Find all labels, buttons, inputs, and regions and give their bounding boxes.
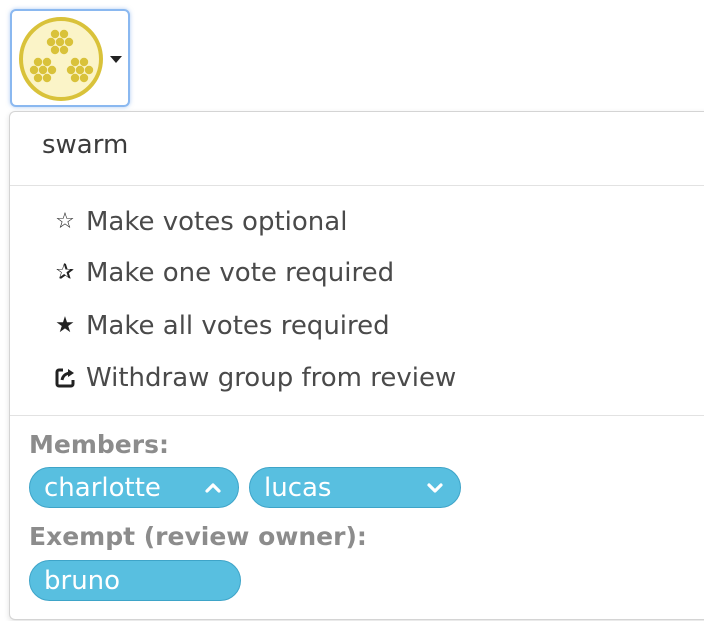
withdraw-share-icon xyxy=(50,363,80,393)
group-name: swarm xyxy=(42,130,129,160)
star-filled-icon: ★ xyxy=(55,313,75,338)
withdraw-group-item[interactable]: Withdraw group from review xyxy=(50,358,456,398)
members-label: Members: xyxy=(29,430,169,459)
exempt-pill-bruno[interactable]: bruno xyxy=(29,560,241,601)
exempt-label: Exempt (review owner): xyxy=(29,522,367,551)
make-one-vote-required-item[interactable]: ✰ Make one vote required xyxy=(50,253,394,293)
exempt-member-name: bruno xyxy=(44,565,121,596)
make-votes-optional-item[interactable]: ☆ Make votes optional xyxy=(50,202,347,242)
chevron-up-icon xyxy=(205,483,221,493)
make-all-votes-required-item[interactable]: ★ Make all votes required xyxy=(50,306,390,346)
honeycomb-avatar-icon xyxy=(19,17,103,101)
menu-item-label: Make one vote required xyxy=(86,258,395,288)
member-name: charlotte xyxy=(44,472,161,503)
menu-item-label: Withdraw group from review xyxy=(86,363,457,393)
group-options-dropdown: swarm ☆ Make votes optional ✰ Make one v… xyxy=(9,111,704,620)
member-pill-lucas[interactable]: lucas xyxy=(249,467,461,508)
divider xyxy=(10,415,704,416)
star-half-icon: ✰ xyxy=(55,260,75,285)
caret-down-icon xyxy=(110,56,122,63)
menu-item-label: Make votes optional xyxy=(86,207,348,237)
group-avatar-dropdown-button[interactable] xyxy=(10,9,130,107)
star-outline-icon: ☆ xyxy=(55,209,75,234)
member-pill-charlotte[interactable]: charlotte xyxy=(29,467,239,508)
member-name: lucas xyxy=(264,472,332,503)
menu-item-label: Make all votes required xyxy=(86,311,390,341)
divider xyxy=(10,185,704,186)
chevron-down-icon xyxy=(427,483,443,493)
